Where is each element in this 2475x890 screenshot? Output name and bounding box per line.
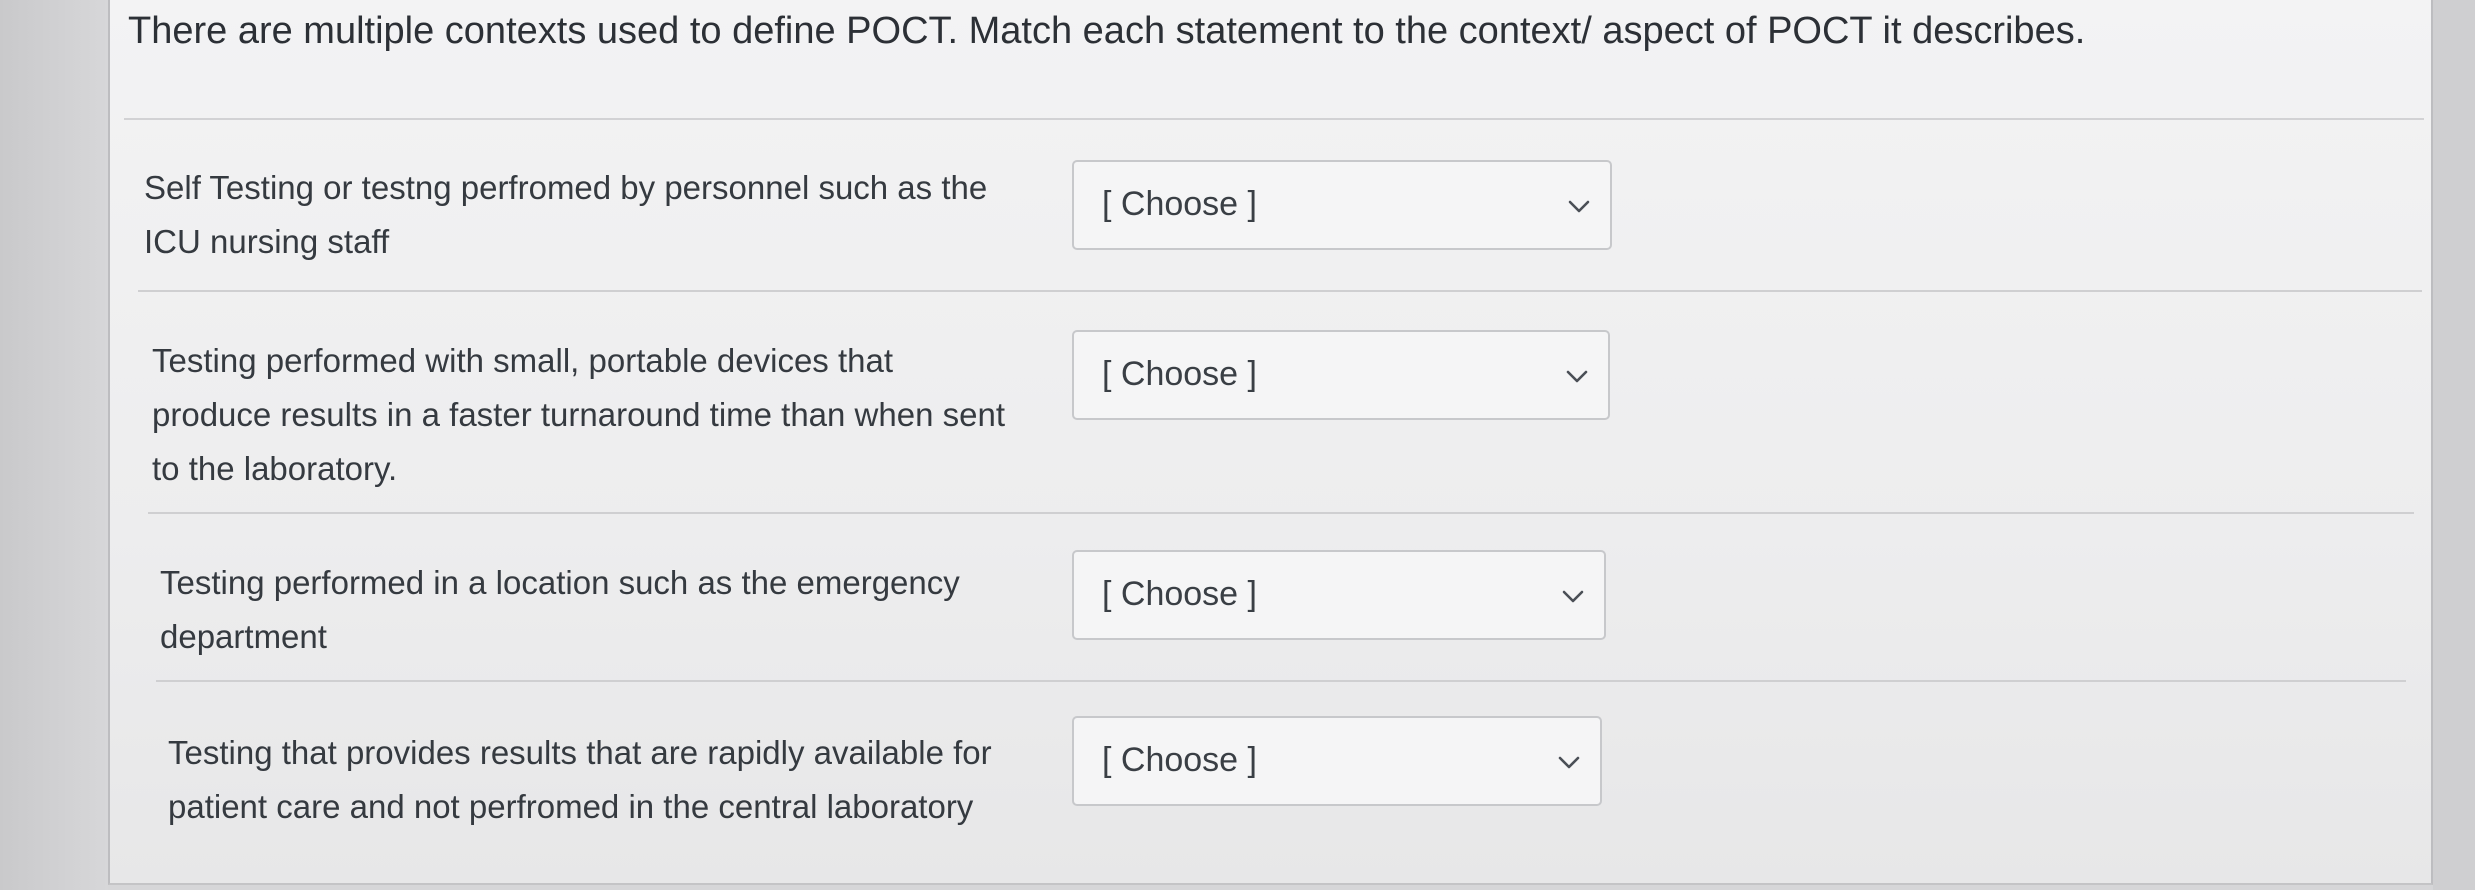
statement-line: Testing that provides results that are r… [168,734,992,771]
question-prompt: There are multiple contexts used to defi… [128,10,2086,52]
page-background-right [2433,0,2475,890]
chevron-down-icon [1562,590,1584,603]
statement-line: patient care and not perfromed in the ce… [168,788,974,825]
question-card: There are multiple contexts used to defi… [108,0,2433,885]
select-value: [ Choose ] [1102,185,1257,223]
row-divider [138,290,2422,292]
statement-line: Testing performed with small, portable d… [152,342,894,379]
match-statement-2: Testing performed with small, portable d… [152,334,1005,496]
page-background-left [0,0,108,890]
chevron-down-icon [1558,756,1580,769]
match-select-3[interactable]: [ Choose ] [1072,550,1606,640]
statement-line: Self Testing or testng perfromed by pers… [144,169,988,206]
match-statement-1: Self Testing or testng perfromed by pers… [144,161,987,269]
chevron-down-icon [1566,370,1588,383]
statement-line: to the laboratory. [152,450,398,487]
select-value: [ Choose ] [1102,741,1257,779]
chevron-down-icon [1568,200,1590,213]
match-select-1[interactable]: [ Choose ] [1072,160,1612,250]
select-value: [ Choose ] [1102,355,1257,393]
header-divider [124,118,2424,120]
statement-line: ICU nursing staff [144,223,390,260]
statement-line: Testing performed in a location such as … [160,564,960,601]
select-value: [ Choose ] [1102,575,1257,613]
statement-line: produce results in a faster turnaround t… [152,396,1005,433]
row-divider [148,512,2414,514]
match-statement-3: Testing performed in a location such as … [160,556,960,664]
match-statement-4: Testing that provides results that are r… [168,726,992,834]
row-divider [156,680,2406,682]
match-select-4[interactable]: [ Choose ] [1072,716,1602,806]
match-select-2[interactable]: [ Choose ] [1072,330,1610,420]
statement-line: department [160,618,327,655]
